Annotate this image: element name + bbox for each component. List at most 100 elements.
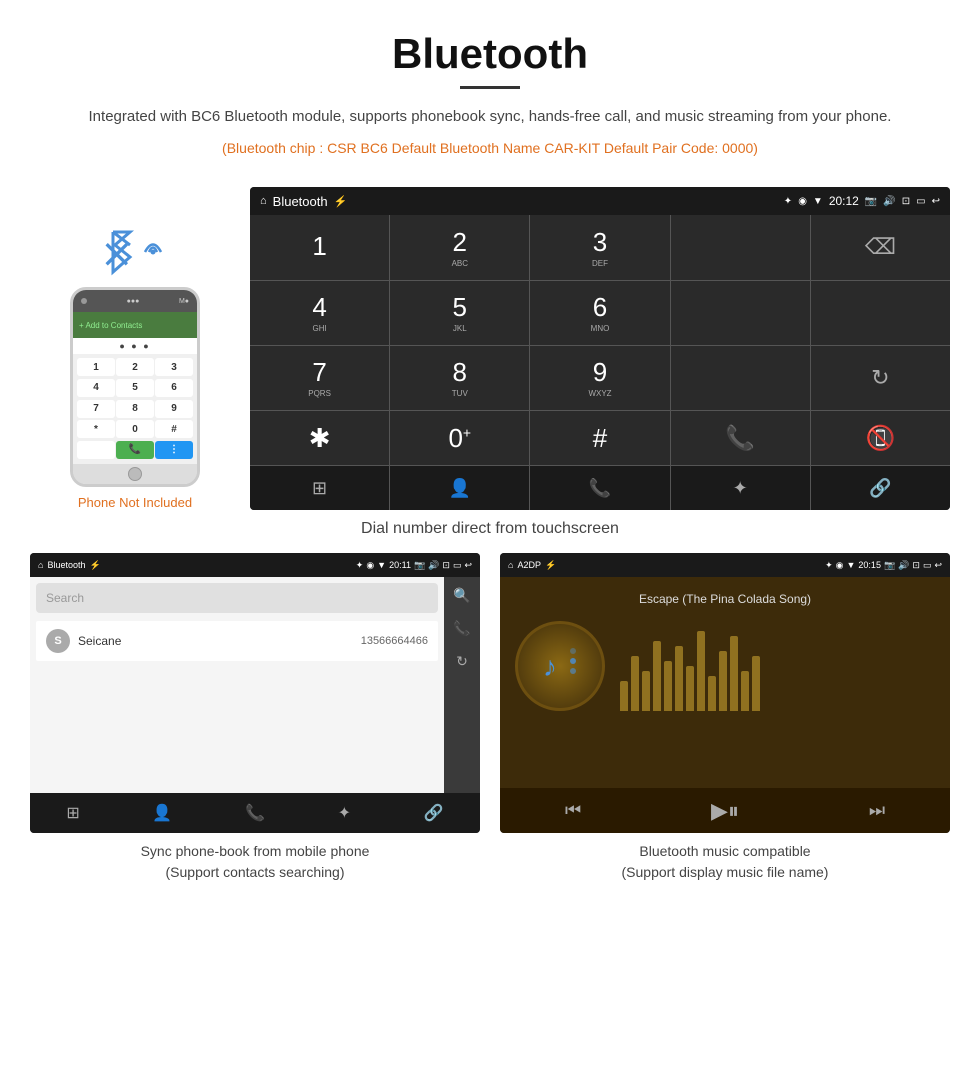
time-display: 20:12 (829, 194, 859, 208)
dial-empty-1 (671, 215, 810, 279)
dial-key-6[interactable]: 6 MNO (530, 281, 669, 345)
pb-bottom-grid[interactable]: ⊞ (66, 803, 79, 823)
next-button[interactable]: ⏭ (869, 800, 885, 821)
dial-key-3[interactable]: 3 DEF (530, 215, 669, 279)
album-art: ♪ (515, 621, 605, 711)
pb-home-icon: ⌂ (38, 560, 43, 570)
phone-section: ⨯ ●●● M● + Add to Contacts (30, 187, 240, 510)
pb-main-content: Search S Seicane 13566664466 (30, 577, 444, 793)
music-status-bar: ⌂ A2DP ⚡ ✦ ◉ ▼ 20:15 📷 🔊 ⊡ ▭ ↩ (500, 553, 950, 577)
signal-icon: ▼ (813, 196, 823, 207)
pb-caption-line1: Sync phone-book from mobile phone (141, 843, 370, 859)
contact-initial: S (54, 635, 61, 647)
pb-bottom-user[interactable]: 👤 (152, 803, 172, 823)
dial-key-4[interactable]: 4 GHI (250, 281, 389, 345)
phone-key-1: 1 (77, 358, 115, 376)
play-pause-button[interactable]: ▶⏸ (711, 798, 739, 824)
pb-bottom-phone[interactable]: 📞 (245, 803, 265, 823)
album-area: ♪ (515, 621, 935, 711)
dial-caption: Dial number direct from touchscreen (0, 510, 980, 553)
pb-status-bar: ⌂ Bluetooth ⚡ ✦ ◉ ▼ 20:11 📷 🔊 ⊡ ▭ ↩ (30, 553, 480, 577)
dial-bottom-contacts[interactable]: 👤 (390, 466, 529, 510)
contact-number: 13566664466 (361, 635, 428, 647)
music-status-right: ✦ ◉ ▼ 20:15 📷 🔊 ⊡ ▭ ↩ (825, 560, 942, 571)
phone-key-3: 3 (155, 358, 193, 376)
page-header: Bluetooth Integrated with BC6 Bluetooth … (0, 0, 980, 177)
pb-back: ↩ (464, 560, 472, 571)
dial-bottom-phone[interactable]: 📞 (530, 466, 669, 510)
equalizer (620, 621, 935, 711)
pb-time: 20:11 (389, 560, 411, 570)
music-camera: 📷 (884, 560, 895, 571)
bt-signal-container: ⨯ (95, 217, 175, 287)
music-content: Escape (The Pina Colada Song) ♪ (500, 577, 950, 788)
pb-status-right: ✦ ◉ ▼ 20:11 📷 🔊 ⊡ ▭ ↩ (356, 560, 472, 571)
phone-key-8: 8 (116, 400, 154, 418)
dial-backspace[interactable]: ⌫ (811, 215, 950, 279)
music-screen: ⌂ A2DP ⚡ ✦ ◉ ▼ 20:15 📷 🔊 ⊡ ▭ ↩ (500, 553, 950, 833)
eq-bar (620, 681, 628, 711)
phone-key-call: 📞 (116, 441, 154, 459)
android-status-bar: ⌂ Bluetooth ⚡ ✦ ◉ ▼ 20:12 📷 🔊 ⊡ ▭ ↩ (250, 187, 950, 215)
pb-side-icons: 🔍 📞 ↻ (444, 577, 480, 793)
phone-bottom (73, 464, 197, 484)
music-stop: ⊡ (912, 560, 920, 571)
music-win: ▭ (923, 560, 932, 571)
pb-caption: Sync phone-book from mobile phone (Suppo… (30, 833, 480, 887)
dial-bottom-grid[interactable]: ⊞ (250, 466, 389, 510)
android-dialpad-screen: ⌂ Bluetooth ⚡ ✦ ◉ ▼ 20:12 📷 🔊 ⊡ ▭ ↩ (250, 187, 950, 510)
music-usb-icon: ⚡ (545, 560, 556, 571)
music-title: A2DP (517, 560, 541, 570)
pb-title: Bluetooth (47, 560, 85, 570)
pb-bt-icon: ✦ (356, 560, 364, 571)
pb-search-icon[interactable]: 🔍 (453, 587, 470, 604)
music-caption-line2: (Support display music file name) (622, 864, 829, 880)
svg-text:♪: ♪ (543, 651, 557, 682)
eq-bar (719, 651, 727, 711)
dial-refresh[interactable]: ↻ (811, 346, 950, 410)
pb-contact-row[interactable]: S Seicane 13566664466 (36, 621, 438, 661)
music-signal: ▼ (847, 560, 856, 570)
phone-screen-header: + Add to Contacts (73, 312, 197, 338)
dial-key-star[interactable]: ✱ (250, 411, 389, 465)
phone-key-hash: # (155, 420, 193, 438)
phone-key-bt: ⋮ (155, 441, 193, 459)
title-divider (460, 86, 520, 89)
music-vol: 🔊 (898, 560, 909, 571)
pb-bottom-bt[interactable]: ✦ (338, 803, 351, 823)
pb-bottom-link[interactable]: 🔗 (424, 803, 444, 823)
phone-keypad: 1 2 3 4 5 6 7 8 9 * 0 # 📞 ⋮ (73, 354, 197, 464)
dial-key-9[interactable]: 9 WXYZ (530, 346, 669, 410)
dial-call-button[interactable]: 📞 (671, 411, 810, 465)
eq-bar (752, 656, 760, 711)
prev-button[interactable]: ⏮ (565, 800, 581, 821)
music-controls: ⏮ ▶⏸ ⏭ (500, 788, 950, 833)
stop-icon: ⊡ (902, 196, 910, 207)
dial-key-2[interactable]: 2 ABC (390, 215, 529, 279)
phone-key-5: 5 (116, 379, 154, 397)
pb-call-icon[interactable]: 📞 (453, 620, 470, 637)
eq-bar (686, 666, 694, 711)
music-note-svg: ♪ (535, 641, 585, 691)
pb-refresh-icon[interactable]: ↻ (456, 653, 468, 670)
dial-key-hash[interactable]: # (530, 411, 669, 465)
pb-caption-line2: (Support contacts searching) (166, 864, 345, 880)
pb-usb-icon: ⚡ (89, 560, 100, 571)
pb-search-bar[interactable]: Search (36, 583, 438, 613)
dial-bottom-link[interactable]: 🔗 (811, 466, 950, 510)
dial-empty-3 (811, 281, 950, 345)
phone-key-6: 6 (155, 379, 193, 397)
bottom-screens: ⌂ Bluetooth ⚡ ✦ ◉ ▼ 20:11 📷 🔊 ⊡ ▭ ↩ (0, 553, 980, 907)
dial-key-5[interactable]: 5 JKL (390, 281, 529, 345)
dial-key-1[interactable]: 1 (250, 215, 389, 279)
phone-screen: + Add to Contacts ● ● ● 1 2 3 4 5 6 7 8 … (73, 312, 197, 464)
dial-bottom-bt[interactable]: ✦ (671, 466, 810, 510)
dial-key-8[interactable]: 8 TUV (390, 346, 529, 410)
usb-icon: ⚡ (334, 195, 348, 208)
pb-search-placeholder: Search (46, 591, 84, 605)
phone-key-star: * (77, 420, 115, 438)
dial-key-7[interactable]: 7 PQRS (250, 346, 389, 410)
dial-key-0[interactable]: 0+ (390, 411, 529, 465)
dial-end-button[interactable]: 📵 (811, 411, 950, 465)
header-description: Integrated with BC6 Bluetooth module, su… (60, 105, 920, 129)
